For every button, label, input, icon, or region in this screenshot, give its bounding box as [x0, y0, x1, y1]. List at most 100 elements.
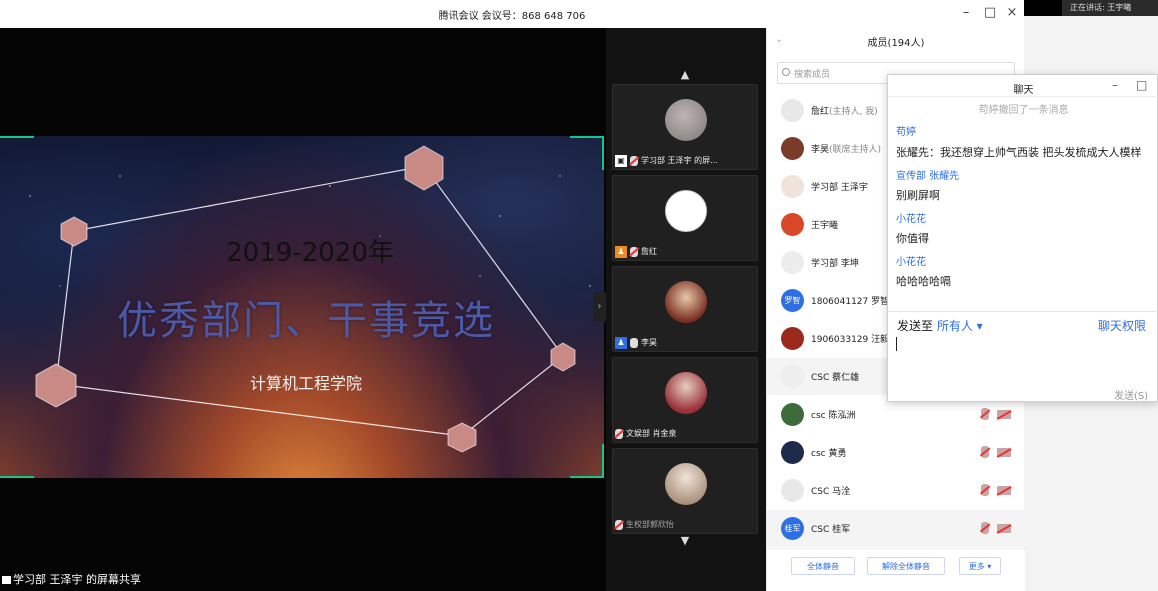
member-name: 学习部 王泽宇	[811, 180, 868, 193]
unmute-all-button[interactable]: 解除全体静音	[867, 557, 945, 575]
mic-muted-icon	[630, 155, 638, 166]
message-text: 你值得	[896, 232, 929, 245]
avatar	[665, 281, 707, 323]
scroll-down-arrow-icon[interactable]: ▼	[677, 534, 693, 547]
member-row[interactable]: CSC 马洤	[767, 472, 1025, 509]
avatar: 桂军	[781, 517, 804, 540]
shared-screen-area[interactable]: 2019-2020年 优秀部门、干事竞选 计算机工程学院 › 学习部 王泽宇 的…	[0, 28, 606, 591]
avatar	[781, 479, 804, 502]
chat-input[interactable]	[896, 337, 897, 351]
camera-off-icon[interactable]	[997, 524, 1011, 533]
screen-share-label: 学习部 王泽宇 的屏幕共享	[2, 571, 141, 587]
message-text: 哈哈哈哈嗝	[896, 275, 951, 288]
avatar	[781, 365, 804, 388]
member-name-text: csc 陈泓洲	[811, 411, 856, 421]
video-thumbnail[interactable]: 生权部郭欣怡	[612, 448, 758, 534]
message-text: 别刷屏啊	[896, 189, 940, 202]
member-role: (主持人, 我)	[829, 107, 878, 117]
video-thumbnail[interactable]: 文娱部 肖金泉	[612, 357, 758, 443]
chat-minimize-button[interactable]: –	[1112, 78, 1118, 92]
thumbnail-label: ▣ 学习部 王泽宇 的屏...	[615, 154, 718, 167]
video-thumbnail[interactable]: ♟ 李昊	[612, 266, 758, 352]
mute-all-button[interactable]: 全体静音	[791, 557, 855, 575]
avatar	[781, 403, 804, 426]
chat-maximize-button[interactable]: □	[1136, 78, 1147, 92]
cohost-icon: ♟	[615, 336, 627, 349]
camera-off-icon[interactable]	[997, 486, 1011, 495]
window-title: 腾讯会议 会议号：868 648 706	[438, 11, 586, 22]
chat-window: 聊天 – □ 苟婷撤回了一条消息 苟婷 张耀先：我还想穿上帅气西装 把头发梳成大…	[887, 74, 1158, 402]
member-name-text: 王宇曦	[811, 221, 839, 231]
camera-off-icon[interactable]	[997, 410, 1011, 419]
member-status	[981, 484, 1021, 496]
member-name: csc 黄勇	[811, 446, 846, 459]
member-row[interactable]: 桂军 CSC 桂军	[767, 510, 1025, 547]
avatar	[781, 175, 804, 198]
thumbnail-label: 文娱部 肖金泉	[615, 427, 677, 440]
member-name-text: csc 黄勇	[811, 449, 847, 459]
thumbnail-label: ♟ 李昊	[615, 336, 657, 349]
dropdown-caret-icon: ▾	[972, 319, 983, 333]
mic-muted-icon[interactable]	[981, 522, 989, 534]
avatar	[781, 213, 804, 236]
member-name-text: 学习部 李坤	[811, 259, 859, 269]
avatar	[781, 137, 804, 160]
member-name: 王宇曦	[811, 218, 838, 231]
camera-off-icon[interactable]	[997, 448, 1011, 457]
mic-muted-icon[interactable]	[981, 446, 989, 458]
frame-corner	[0, 444, 34, 478]
member-row[interactable]: csc 黄勇	[767, 434, 1025, 471]
message-sender: 小花花	[896, 257, 926, 268]
member-name: 1806041127 罗智	[811, 294, 889, 307]
scroll-up-arrow-icon[interactable]: ▲	[677, 68, 693, 81]
thumbnail-name: 李昊	[641, 338, 657, 347]
chat-permission-button[interactable]: 聊天权限	[1098, 317, 1146, 334]
member-name-text: CSC 蔡仁雄	[811, 373, 860, 383]
divider	[888, 311, 1158, 312]
avatar	[781, 441, 804, 464]
mic-muted-icon[interactable]	[981, 484, 989, 496]
search-icon	[782, 68, 790, 76]
send-button[interactable]: 发送(S)	[1114, 387, 1148, 402]
speaking-indicator: 正在讲话: 王宇曦	[1062, 0, 1158, 16]
slide-headline: 优秀部门、干事竞选	[117, 298, 495, 344]
member-name: 詹红(主持人, 我)	[811, 104, 878, 117]
thumbnail-name: 学习部 王泽宇 的屏...	[641, 156, 718, 165]
member-name-text: 1806041127 罗智	[811, 297, 890, 307]
mic-muted-icon	[615, 428, 623, 439]
member-name: csc 陈泓洲	[811, 408, 855, 421]
close-button[interactable]: ×	[1002, 4, 1022, 22]
send-to-label: 发送至	[897, 319, 934, 333]
screen-share-icon: ▣	[615, 154, 627, 167]
member-name-text: 学习部 王泽宇	[811, 183, 868, 193]
avatar	[781, 251, 804, 274]
member-name: CSC 桂军	[811, 522, 850, 535]
member-name-text: CSC 桂军	[811, 525, 851, 535]
member-status	[981, 446, 1021, 458]
send-to-selector[interactable]: 发送至 所有人 ▾	[897, 317, 983, 334]
mic-icon	[630, 337, 638, 348]
thumbnail-name: 詹红	[641, 247, 657, 256]
frame-corner	[0, 136, 34, 170]
maximize-button[interactable]: □	[980, 4, 1000, 22]
message-text: 张耀先：我还想穿上帅气西装 把头发梳成大人模样	[896, 146, 1142, 159]
thumbnail-name: 生权部郭欣怡	[626, 520, 674, 529]
member-name: 李昊(联席主持人)	[811, 142, 881, 155]
avatar	[781, 327, 804, 350]
minimize-button[interactable]: –	[956, 4, 976, 22]
recall-notice: 苟婷撤回了一条消息	[978, 105, 1069, 116]
title-bar: 腾讯会议 会议号：868 648 706 – □ ×	[0, 0, 1024, 28]
mic-muted-icon	[630, 246, 638, 257]
mic-muted-icon[interactable]	[981, 408, 989, 420]
member-status	[981, 522, 1021, 534]
video-thumbnail[interactable]: ▣ 学习部 王泽宇 的屏...	[612, 84, 758, 170]
message-sender: 宣传部 张耀先	[896, 171, 960, 182]
frame-corner	[570, 136, 604, 170]
member-name-text: 詹红	[811, 107, 830, 117]
more-button[interactable]: 更多 ▾	[959, 557, 1001, 575]
thumbnail-name: 文娱部 肖金泉	[626, 429, 677, 438]
chat-header: 聊天 – □	[888, 75, 1158, 97]
member-name-text: 1906033129 汪毅	[811, 335, 890, 345]
collapse-thumbnails-button[interactable]: ›	[593, 292, 606, 322]
video-thumbnail[interactable]: ♟ 詹红	[612, 175, 758, 261]
